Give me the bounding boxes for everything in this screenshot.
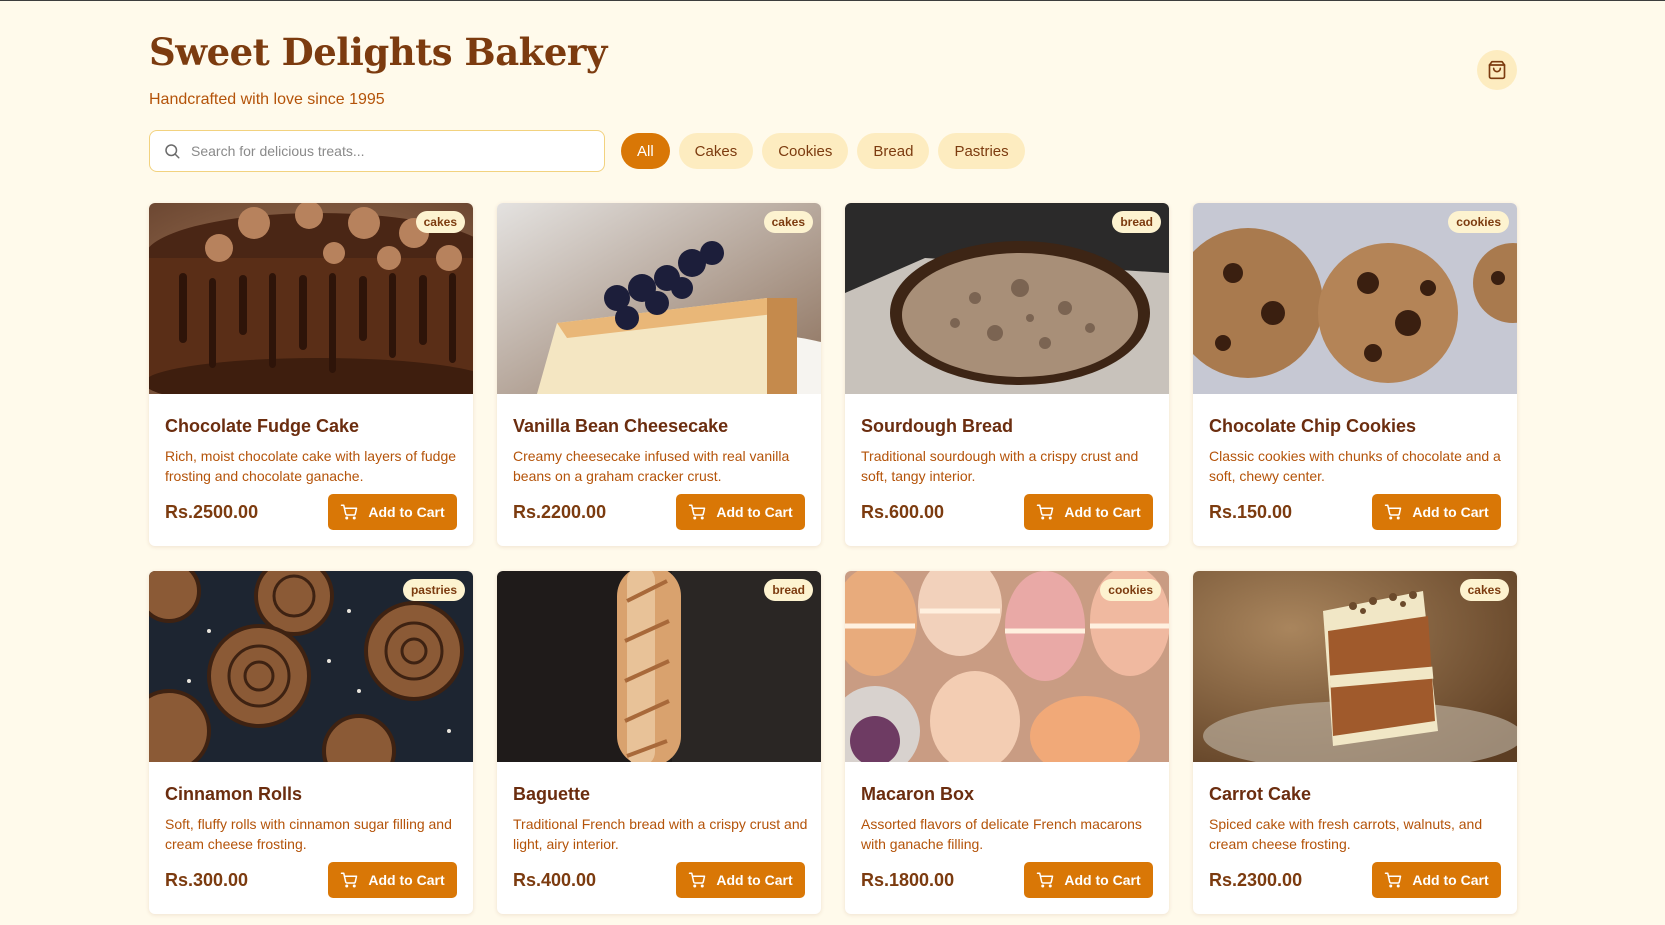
filter-bread[interactable]: Bread <box>857 133 930 169</box>
add-to-cart-label: Add to Cart <box>368 872 445 888</box>
product-name: Cinnamon Rolls <box>165 784 303 804</box>
add-to-cart-button[interactable]: Add to Cart <box>328 494 457 530</box>
product-card: cookies Macaron Box Assorted flavors of … <box>845 571 1169 914</box>
add-to-cart-button[interactable]: Add to Cart <box>1372 862 1501 898</box>
product-name: Carrot Cake <box>1209 784 1312 804</box>
product-name: Macaron Box <box>861 784 975 804</box>
bakery-page: Sweet Delights Bakery Handcrafted with l… <box>0 1 1665 925</box>
search-icon <box>162 141 182 161</box>
sourdough-photo: bread <box>845 203 1169 394</box>
add-to-cart-label: Add to Cart <box>1064 872 1141 888</box>
product-price: Rs.400.00 <box>513 870 597 890</box>
cookies-photo: cookies <box>1193 203 1517 394</box>
cart-icon <box>1037 504 1054 520</box>
product-card: cakes Carrot Cake Spiced cake with fresh… <box>1193 571 1517 914</box>
cart-icon <box>1385 504 1402 520</box>
search-box <box>149 130 605 172</box>
cart-icon <box>1037 872 1054 888</box>
cart-icon <box>689 504 706 520</box>
product-price: Rs.300.00 <box>165 870 249 890</box>
product-card: bread Baguette Traditional French bread … <box>497 571 821 914</box>
product-name: Chocolate Fudge Cake <box>165 416 360 436</box>
cart-icon <box>689 872 706 888</box>
page-subtitle: Handcrafted with love since 1995 <box>149 91 385 108</box>
macarons-photo: cookies <box>845 571 1169 762</box>
cinnamon-rolls-photo: pastries <box>149 571 473 762</box>
cart-icon <box>1385 872 1402 888</box>
cart-icon <box>341 872 358 888</box>
product-price: Rs.2500.00 <box>165 502 259 522</box>
product-description: Soft, fluffy rolls with cinnamon sugar f… <box>165 816 452 852</box>
product-price: Rs.1800.00 <box>861 870 955 890</box>
product-price: Rs.600.00 <box>861 502 945 522</box>
cheesecake-photo: cakes <box>497 203 821 394</box>
add-to-cart-button[interactable]: Add to Cart <box>1024 862 1153 898</box>
category-badge: cakes <box>415 211 465 233</box>
product-description: Creamy cheesecake infused with real vani… <box>513 448 790 484</box>
add-to-cart-button[interactable]: Add to Cart <box>1372 494 1501 530</box>
product-name: Baguette <box>513 784 591 804</box>
chocolate-cake-photo: cakes <box>149 203 473 394</box>
category-badge: cakes <box>763 211 813 233</box>
product-card: pastries Cinnamon Rolls Soft, fluffy rol… <box>149 571 473 914</box>
product-description: Rich, moist chocolate cake with layers o… <box>165 448 457 484</box>
page-header: Sweet Delights Bakery Handcrafted with l… <box>149 29 607 109</box>
category-badge: cookies <box>1448 211 1509 233</box>
baguette-photo: bread <box>497 571 821 762</box>
add-to-cart-button[interactable]: Add to Cart <box>1024 494 1153 530</box>
product-description: Traditional French bread with a crispy c… <box>513 816 808 852</box>
filter-pastries[interactable]: Pastries <box>938 133 1025 169</box>
add-to-cart-label: Add to Cart <box>1412 504 1489 520</box>
cart-button[interactable] <box>1477 50 1517 90</box>
product-price: Rs.150.00 <box>1209 502 1293 522</box>
filter-cookies[interactable]: Cookies <box>762 133 849 169</box>
add-to-cart-label: Add to Cart <box>716 872 793 888</box>
search-input[interactable] <box>191 143 591 159</box>
product-card: cookies Chocolate Chip Cookies Classic c… <box>1193 203 1517 546</box>
carrot-cake-photo: cakes <box>1193 571 1517 762</box>
shopping-bag-icon <box>1488 60 1506 80</box>
product-description: Assorted flavors of delicate French maca… <box>861 816 1142 852</box>
category-badge: bread <box>1112 211 1161 233</box>
product-description: Classic cookies with chunks of chocolate… <box>1209 448 1501 484</box>
category-badge: bread <box>764 579 813 601</box>
product-name: Chocolate Chip Cookies <box>1209 416 1417 436</box>
product-name: Vanilla Bean Cheesecake <box>513 416 729 436</box>
add-to-cart-button[interactable]: Add to Cart <box>676 862 805 898</box>
product-description: Traditional sourdough with a crispy crus… <box>861 448 1139 484</box>
add-to-cart-label: Add to Cart <box>716 504 793 520</box>
filter-cakes[interactable]: Cakes <box>678 133 754 169</box>
product-price: Rs.2300.00 <box>1209 870 1303 890</box>
category-badge: cookies <box>1100 579 1161 601</box>
add-to-cart-label: Add to Cart <box>1412 872 1489 888</box>
product-price: Rs.2200.00 <box>513 502 607 522</box>
add-to-cart-label: Add to Cart <box>1064 504 1141 520</box>
category-badge: cakes <box>1459 579 1509 601</box>
category-filters: All Cakes Cookies Bread Pastries <box>621 133 1025 169</box>
product-card: bread Sourdough Bread Traditional sourdo… <box>845 203 1169 546</box>
product-card: cakes Chocolate Fudge Cake Rich, moist c… <box>149 203 473 546</box>
product-card: cakes Vanilla Bean Cheesecake Creamy che… <box>497 203 821 546</box>
add-to-cart-button[interactable]: Add to Cart <box>676 494 805 530</box>
add-to-cart-button[interactable]: Add to Cart <box>328 862 457 898</box>
page-title: Sweet Delights Bakery <box>149 30 607 74</box>
product-name: Sourdough Bread <box>861 416 1013 436</box>
add-to-cart-label: Add to Cart <box>368 504 445 520</box>
filter-all[interactable]: All <box>621 133 670 169</box>
product-description: Spiced cake with fresh carrots, walnuts,… <box>1209 816 1483 852</box>
cart-icon <box>341 504 358 520</box>
category-badge: pastries <box>402 579 465 601</box>
